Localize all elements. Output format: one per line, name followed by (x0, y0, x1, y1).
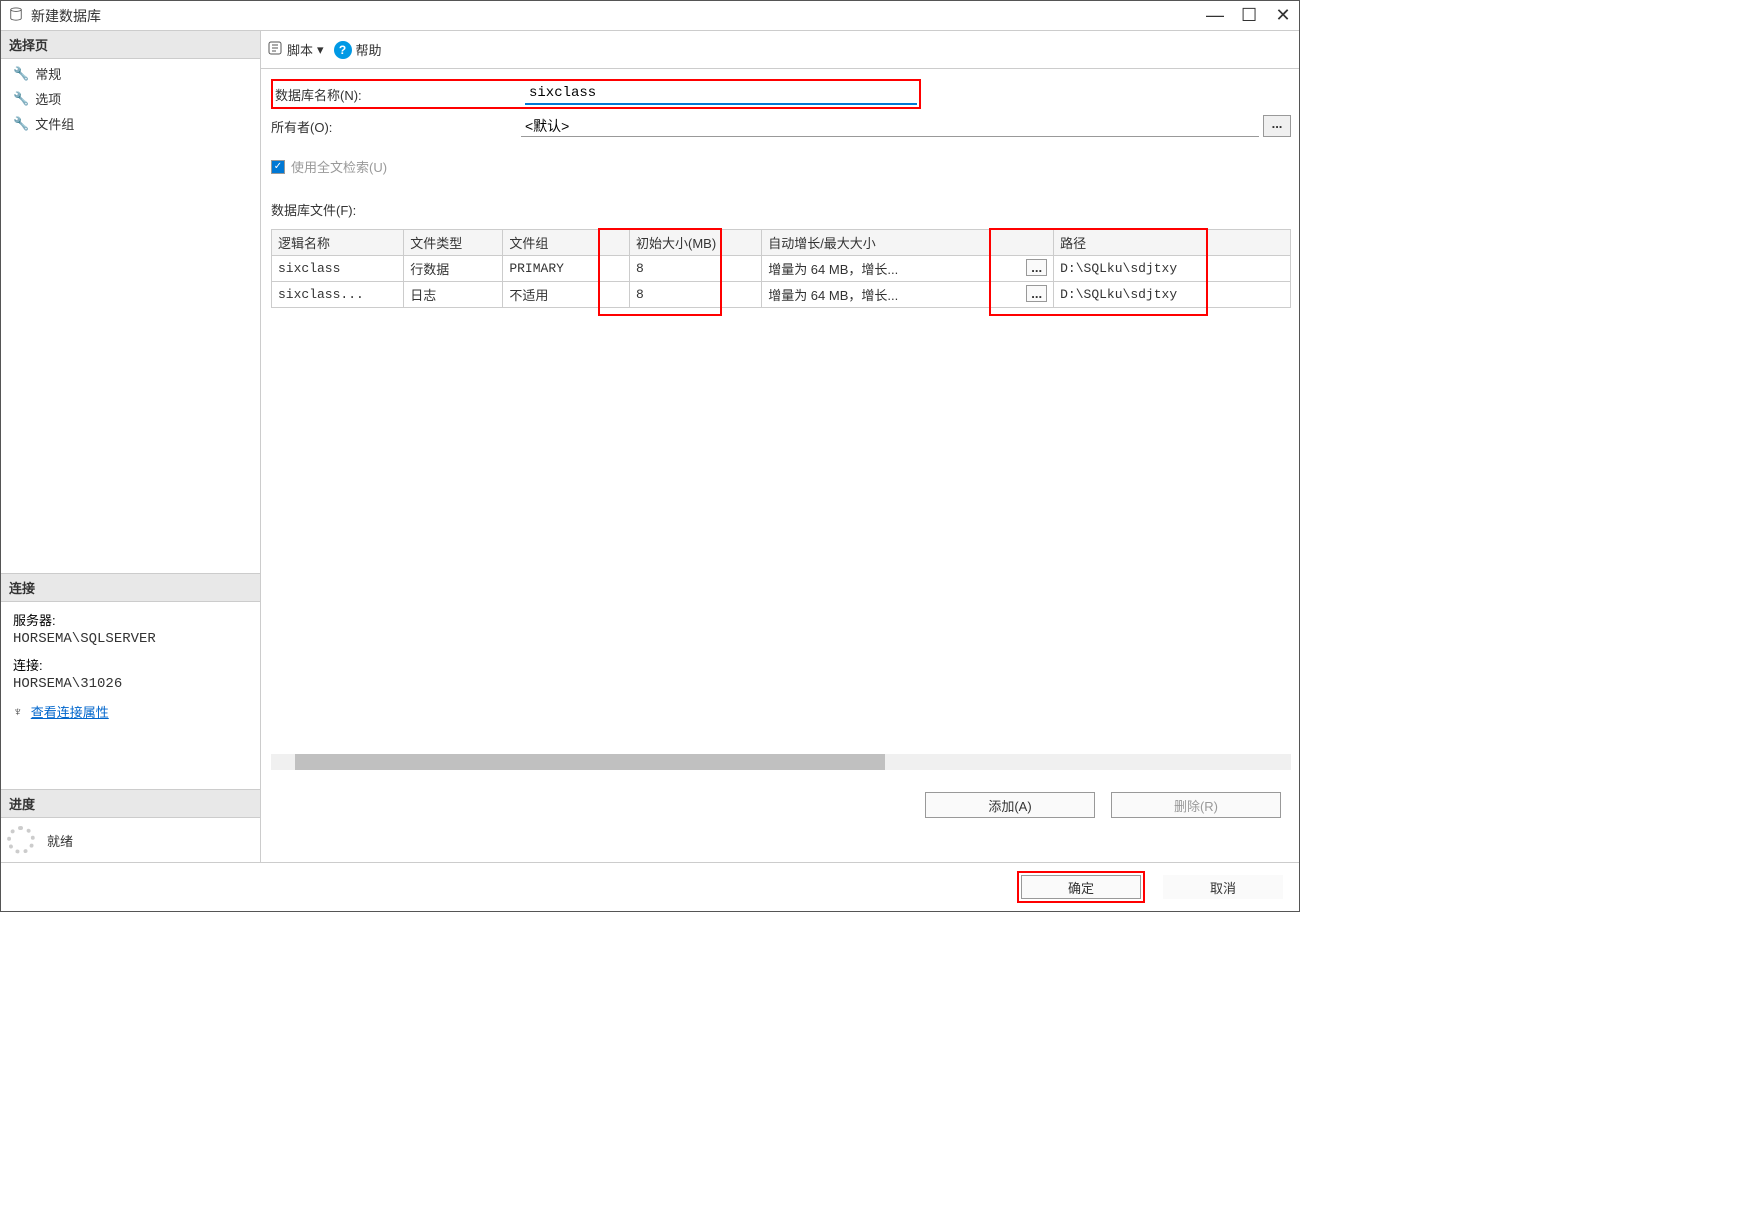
sidebar: 选择页 🔧 常规 🔧 选项 🔧 文件组 连接 服务器: HORSEMA\SQLS (1, 31, 261, 862)
help-icon: ? (334, 41, 352, 59)
cell-growth[interactable]: 增量为 64 MB，增长...... (762, 256, 1054, 282)
connection-value: HORSEMA\31026 (13, 676, 248, 692)
cancel-button[interactable]: 取消 (1163, 875, 1283, 899)
server-value: HORSEMA\SQLSERVER (13, 631, 248, 647)
wrench-icon: 🔧 (13, 116, 29, 132)
add-file-button[interactable]: 添加(A) (925, 792, 1095, 818)
maximize-button[interactable]: ☐ (1241, 8, 1257, 24)
script-dropdown-button[interactable]: 脚本 ▾ (267, 40, 324, 59)
db-name-label: 数据库名称(N): (275, 85, 525, 104)
sidebar-item-filegroups[interactable]: 🔧 文件组 (1, 111, 260, 136)
col-path: 路径 (1054, 230, 1291, 256)
fulltext-checkbox: ✓ (271, 160, 285, 174)
section-progress: 进度 (1, 789, 260, 818)
sidebar-item-label: 选项 (35, 89, 61, 108)
fulltext-label: 使用全文检索(U) (291, 157, 387, 176)
window-title: 新建数据库 (31, 6, 101, 26)
content-pane: 脚本 ▾ ? 帮助 数据库名称(N): 所有者(O): (261, 31, 1299, 862)
chevron-down-icon: ▾ (317, 42, 324, 58)
close-button[interactable]: ✕ (1275, 8, 1291, 24)
cell-path[interactable]: D:\SQLku\sdjtxy (1054, 256, 1291, 282)
cell-group[interactable]: 不适用 (503, 282, 630, 308)
owner-input[interactable] (521, 115, 1259, 137)
cell-type[interactable]: 日志 (404, 282, 503, 308)
ok-button[interactable]: 确定 (1021, 875, 1141, 899)
cell-type[interactable]: 行数据 (404, 256, 503, 282)
col-initial-size: 初始大小(MB) (630, 230, 762, 256)
col-file-type: 文件类型 (404, 230, 503, 256)
connection-label: 连接: (13, 655, 248, 674)
sidebar-item-general[interactable]: 🔧 常规 (1, 61, 260, 86)
cell-logic[interactable]: sixclass (272, 256, 404, 282)
cell-path[interactable]: D:\SQLku\sdjtxy (1054, 282, 1291, 308)
table-header-row: 逻辑名称 文件类型 文件组 初始大小(MB) 自动增长/最大大小 路径 (272, 230, 1291, 256)
dialog-footer: 确定 取消 (1, 862, 1299, 911)
table-row[interactable]: sixclass 行数据 PRIMARY 8 增量为 64 MB，增长.....… (272, 256, 1291, 282)
cell-group[interactable]: PRIMARY (503, 256, 630, 282)
help-label: 帮助 (356, 40, 382, 59)
owner-browse-button[interactable]: ... (1263, 115, 1291, 137)
remove-file-button: 删除(R) (1111, 792, 1281, 818)
col-file-group: 文件组 (503, 230, 630, 256)
scrollbar-thumb[interactable] (295, 754, 885, 770)
growth-edit-button[interactable]: ... (1026, 285, 1047, 302)
owner-label: 所有者(O): (271, 117, 521, 136)
sidebar-item-label: 常规 (35, 64, 61, 83)
db-files-label: 数据库文件(F): (271, 200, 1291, 219)
section-select-page: 选择页 (1, 31, 260, 59)
minimize-button[interactable]: — (1207, 8, 1223, 24)
db-files-table[interactable]: 逻辑名称 文件类型 文件组 初始大小(MB) 自动增长/最大大小 路径 sixc… (271, 229, 1291, 308)
col-autogrowth: 自动增长/最大大小 (762, 230, 1054, 256)
cell-size[interactable]: 8 (630, 256, 762, 282)
cell-size[interactable]: 8 (630, 282, 762, 308)
script-icon (267, 40, 283, 59)
cell-growth[interactable]: 增量为 64 MB，增长...... (762, 282, 1054, 308)
help-button[interactable]: ? 帮助 (334, 40, 382, 59)
col-logic-name: 逻辑名称 (272, 230, 404, 256)
table-row[interactable]: sixclass... 日志 不适用 8 增量为 64 MB，增长...... … (272, 282, 1291, 308)
db-name-input[interactable] (525, 83, 917, 105)
wrench-icon: 🔧 (13, 91, 29, 107)
titlebar: 新建数据库 — ☐ ✕ (1, 1, 1299, 31)
new-database-dialog: 新建数据库 — ☐ ✕ 选择页 🔧 常规 🔧 选项 🔧 文 (0, 0, 1300, 912)
growth-edit-button[interactable]: ... (1026, 259, 1047, 276)
server-label: 服务器: (13, 610, 248, 629)
connection-properties-icon: ♆ (13, 704, 23, 719)
sidebar-item-options[interactable]: 🔧 选项 (1, 86, 260, 111)
horizontal-scrollbar[interactable] (271, 754, 1291, 770)
script-label: 脚本 (287, 40, 313, 59)
progress-spinner-icon (7, 826, 35, 854)
sidebar-item-label: 文件组 (35, 114, 74, 133)
wrench-icon: 🔧 (13, 66, 29, 82)
database-icon (9, 7, 23, 24)
progress-ready-label: 就绪 (47, 831, 73, 850)
cell-logic[interactable]: sixclass... (272, 282, 404, 308)
section-connection: 连接 (1, 573, 260, 602)
view-connection-properties-link[interactable]: 查看连接属性 (31, 702, 109, 721)
